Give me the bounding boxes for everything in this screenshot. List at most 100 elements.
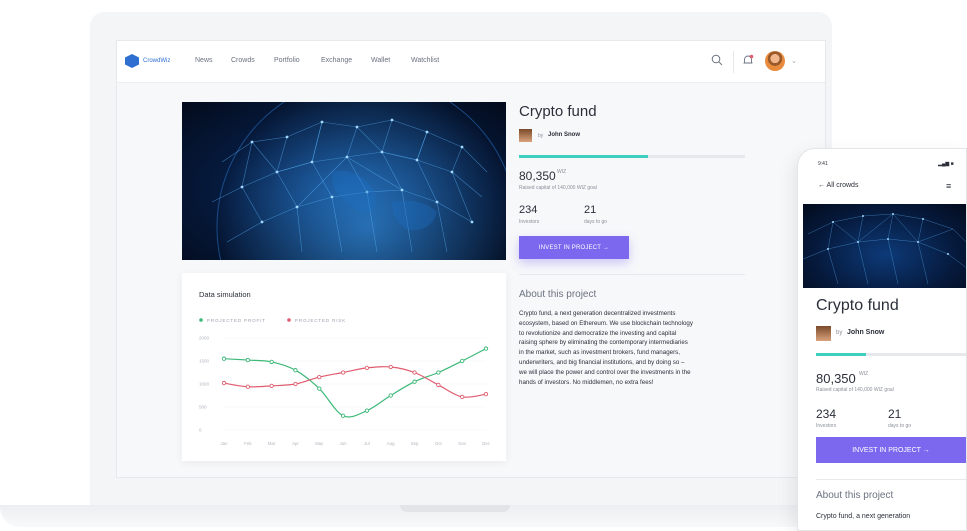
nav-divider: [733, 51, 734, 73]
data-point: [340, 413, 346, 418]
phone-about-text: Crypto fund, a next generation: [816, 513, 911, 520]
data-point: [245, 357, 250, 363]
x-tick-label: Mar: [268, 441, 276, 446]
data-point: [364, 408, 370, 413]
days-label: days to go: [584, 219, 608, 225]
funding-progress-bar: [519, 155, 745, 158]
phone-investors-count: 234: [816, 407, 837, 421]
y-tick-label: 0: [199, 428, 202, 433]
x-tick-label: Jul: [364, 441, 370, 446]
funding-progress-fill: [519, 155, 648, 158]
notification-bell-icon[interactable]: [741, 53, 755, 67]
nav-item-portfolio[interactable]: Portfolio: [274, 57, 300, 64]
x-tick-label: Nov: [458, 441, 466, 446]
about-line: to revolutionize and democratize the inv…: [519, 329, 677, 337]
data-point: [293, 381, 298, 387]
data-point: [317, 374, 322, 380]
nav-item-exchange[interactable]: Exchange: [321, 57, 352, 64]
data-point: [483, 346, 489, 351]
about-line: in the market, such as investment broker…: [519, 349, 680, 357]
raised-caption: Raised capital of 140,000 WIZ goal: [519, 185, 597, 191]
phone-project-title: Crypto fund: [816, 297, 899, 314]
data-point: [436, 382, 441, 388]
section-divider: [519, 274, 745, 275]
phone-mockup: 9:41 ▂▄▆ ■ ← All crowds ≡ Crypto fund by…: [797, 148, 967, 531]
phone-funding-progress-bar: [816, 353, 966, 356]
data-point: [245, 384, 250, 389]
hero-globe-image: [182, 102, 506, 260]
phone-days-count: 21: [888, 407, 902, 421]
data-point: [436, 370, 441, 375]
data-point: [317, 386, 322, 391]
data-point: [221, 356, 227, 361]
data-point: [340, 370, 346, 375]
data-point: [269, 383, 274, 388]
desktop-screen: CrowdWiz News Crowds Portfolio Exchange …: [116, 40, 826, 478]
phone-raised-unit: WIZ: [859, 371, 869, 377]
phone-raised-amount: 80,350: [816, 371, 856, 386]
legend-marker: [287, 318, 291, 322]
x-tick-label: Sep: [411, 441, 419, 446]
hamburger-menu-icon[interactable]: ≡: [946, 181, 951, 191]
phone-status-time: 9:41: [818, 161, 828, 167]
raised-unit: WIZ: [557, 169, 567, 175]
about-line: raising sphere by eliminating the contem…: [519, 339, 688, 347]
legend-label: PROJECTED PROFIT: [207, 318, 266, 323]
data-point: [412, 370, 417, 375]
author-name[interactable]: John Snow: [548, 132, 580, 138]
project-title: Crypto fund: [519, 103, 597, 120]
legend-marker: [199, 318, 203, 322]
data-point: [293, 368, 298, 373]
phone-raised-caption: Raised capital of 140,000 WIZ goal: [816, 387, 894, 393]
search-icon[interactable]: [711, 54, 723, 66]
phone-invest-button[interactable]: INVEST IN PROJECT →: [816, 437, 966, 463]
y-tick-label: 500: [199, 405, 207, 410]
investors-count: 234: [519, 204, 538, 216]
x-tick-label: Feb: [244, 441, 252, 446]
phone-section-divider: [816, 479, 966, 480]
phone-signal-icon: ▂▄▆ ■: [938, 161, 954, 167]
chevron-down-icon[interactable]: ⌄: [791, 57, 797, 65]
author-avatar[interactable]: [519, 129, 532, 142]
phone-author-name[interactable]: John Snow: [847, 329, 884, 336]
laptop-notch: [400, 505, 510, 512]
invest-button[interactable]: INVEST IN PROJECT →: [519, 236, 629, 259]
x-tick-label: Oct: [435, 441, 442, 446]
about-title: About this project: [519, 289, 597, 300]
nav-item-wallet[interactable]: Wallet: [371, 57, 390, 64]
nav-item-crowds[interactable]: Crowds: [231, 57, 255, 64]
phone-author-avatar[interactable]: [816, 326, 831, 341]
about-line: ecosystem, based on Ethereum. We use blo…: [519, 319, 693, 327]
logo-text: CrowdWiz: [143, 57, 171, 64]
x-tick-label: Jun: [340, 441, 348, 446]
x-tick-label: Aug: [387, 441, 395, 446]
data-point: [460, 394, 465, 400]
data-point: [269, 359, 274, 365]
logo[interactable]: CrowdWiz: [125, 54, 170, 68]
about-line: underwriters, and big financial institut…: [519, 358, 685, 366]
data-point: [388, 393, 393, 398]
phone-about-title: About this project: [816, 490, 894, 501]
globe-network-illustration: [211, 102, 506, 260]
data-point: [364, 365, 370, 371]
nav-item-news[interactable]: News: [195, 57, 213, 64]
x-tick-label: May: [315, 441, 324, 446]
data-simulation-chart: PROJECTED PROFIT PROJECTED RISK 0 500 1000 15…: [199, 318, 491, 446]
user-avatar[interactable]: [765, 51, 785, 71]
data-point: [221, 380, 227, 386]
x-tick-label: Dec: [482, 441, 490, 446]
phone-hero-globe-image: [803, 204, 966, 288]
data-point: [483, 391, 489, 397]
nav-item-watchlist[interactable]: Watchlist: [411, 57, 439, 64]
series-line: [223, 366, 487, 398]
data-simulation-card: Data simulation PROJECTED PROFIT PROJECTE…: [182, 273, 506, 461]
about-line: Crypto fund, a next generation decentral…: [519, 310, 676, 317]
top-nav: CrowdWiz News Crowds Portfolio Exchange …: [117, 41, 825, 83]
days-count: 21: [584, 204, 597, 216]
logo-icon: [125, 54, 139, 68]
y-tick-label: 1000: [199, 382, 210, 387]
legend-label: PROJECTED RISK: [295, 318, 346, 323]
data-point: [412, 379, 417, 384]
back-to-crowds-link[interactable]: ← All crowds: [818, 182, 858, 189]
about-line: we will place the power and control over…: [519, 368, 691, 376]
